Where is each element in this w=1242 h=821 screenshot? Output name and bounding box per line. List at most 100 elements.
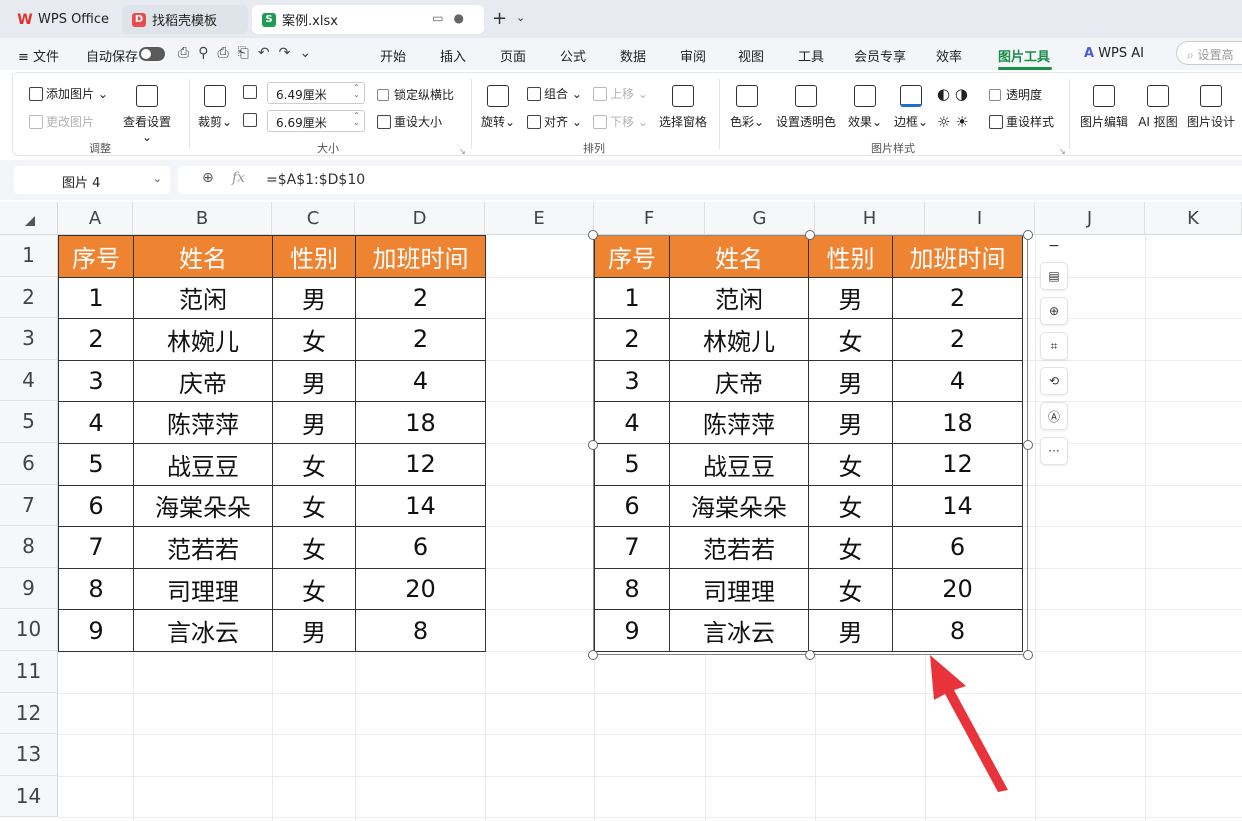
column-header[interactable]: K	[1145, 202, 1242, 235]
table-cell[interactable]: 司理理	[133, 567, 273, 611]
resize-handle[interactable]	[1023, 440, 1033, 450]
menu-review[interactable]: 审阅	[680, 46, 706, 65]
table-cell[interactable]: 男	[272, 401, 356, 444]
menu-page[interactable]: 页面	[500, 46, 526, 65]
crop-icon[interactable]: ⌗	[1040, 332, 1068, 360]
table-cell[interactable]: 3	[58, 359, 134, 403]
table-cell[interactable]: 2	[355, 318, 486, 361]
row-header[interactable]: 9	[0, 567, 58, 610]
quick-access-icons[interactable]: ⎙⚲⎙⎗↶↷⌄	[178, 45, 320, 61]
zoom-in-icon[interactable]: ⊕	[1040, 297, 1068, 325]
column-header[interactable]: H	[815, 202, 925, 235]
resize-handle[interactable]	[805, 230, 815, 240]
table-cell[interactable]: 海棠朵朵	[133, 484, 273, 528]
table-cell[interactable]: 20	[355, 567, 486, 611]
row-header[interactable]: 13	[0, 734, 58, 776]
name-box[interactable]: 图片 4 ⌄	[14, 166, 170, 194]
row-header[interactable]: 6	[0, 443, 58, 485]
menu-wps-ai[interactable]: A WPS AI	[1084, 46, 1144, 61]
menu-home[interactable]: 开始	[380, 46, 406, 65]
table-cell[interactable]: 女	[272, 318, 356, 361]
add-picture-button[interactable]: 添加图片 ⌄	[29, 85, 108, 102]
table-cell[interactable]: 范若若	[133, 526, 273, 569]
rotate-button[interactable]: 旋转⌄	[479, 85, 517, 130]
align-button[interactable]: 对齐 ⌄	[527, 113, 582, 130]
picture-edit-button[interactable]: 图片编辑	[1077, 85, 1131, 130]
row-header[interactable]: 1	[0, 235, 58, 277]
column-header[interactable]: G	[705, 202, 815, 235]
move-up-button[interactable]: 上移 ⌄	[593, 85, 648, 102]
ocr-icon[interactable]: Ⓐ	[1040, 402, 1068, 430]
table-cell[interactable]: 2	[355, 276, 486, 320]
table-cell[interactable]: 男	[272, 359, 356, 403]
resize-handle[interactable]	[1023, 650, 1033, 660]
table-cell[interactable]: 9	[58, 609, 134, 652]
table-cell[interactable]: 18	[355, 401, 486, 444]
row-header[interactable]: 10	[0, 609, 58, 651]
crop-button[interactable]: 裁剪⌄	[197, 85, 233, 130]
column-header[interactable]: A	[58, 202, 133, 235]
table-cell[interactable]: 女	[272, 443, 356, 486]
dialog-launcher-icon[interactable]: ↘	[459, 147, 466, 156]
menu-insert[interactable]: 插入	[440, 46, 466, 65]
contrast-icons[interactable]: ☼ ☀	[937, 113, 969, 131]
effects-button[interactable]: 效果⌄	[845, 85, 885, 130]
table-cell[interactable]: 男	[272, 609, 356, 652]
new-tab-icon[interactable]: +	[492, 8, 507, 29]
tab-wps-office[interactable]: W WPS Office	[8, 5, 116, 34]
table-cell[interactable]: 林婉儿	[133, 318, 273, 361]
reset-size-button[interactable]: 重设大小	[377, 113, 442, 130]
lock-ratio-checkbox[interactable]: 锁定纵横比	[377, 86, 454, 103]
minus-icon[interactable]: −	[1040, 237, 1068, 255]
row-header[interactable]: 11	[0, 651, 58, 693]
table-cell[interactable]: 女	[272, 526, 356, 569]
table-cell[interactable]: 1	[58, 276, 134, 320]
table-cell[interactable]: 8	[58, 567, 134, 611]
row-header[interactable]: 14	[0, 775, 58, 818]
chart-icon[interactable]: ▤	[1040, 262, 1068, 290]
autosave-toggle[interactable]	[139, 47, 165, 61]
table-cell[interactable]: 言冰云	[133, 609, 273, 652]
column-header[interactable]: J	[1035, 202, 1145, 235]
menu-data[interactable]: 数据	[620, 46, 646, 65]
table-cell[interactable]: 男	[272, 276, 356, 320]
change-picture-button[interactable]: 更改图片	[29, 113, 94, 130]
table-cell[interactable]: 范闲	[133, 276, 273, 320]
row-header[interactable]: 5	[0, 401, 58, 443]
menu-tools[interactable]: 工具	[798, 46, 824, 65]
column-header[interactable]: C	[272, 202, 355, 235]
formula-input[interactable]: ⊕ fx =$A$1:$D$10	[178, 166, 1242, 194]
picture-design-button[interactable]: 图片设计	[1185, 85, 1237, 130]
fx-icon[interactable]: fx	[232, 170, 245, 186]
tab-template[interactable]: D 找稻壳模板	[122, 5, 248, 34]
resize-handle[interactable]	[1023, 230, 1033, 240]
brightness-icons[interactable]: ◐ ◑	[937, 85, 968, 103]
more-icon[interactable]: ···	[1040, 437, 1068, 465]
table-cell[interactable]: 陈萍萍	[133, 401, 273, 444]
row-header[interactable]: 3	[0, 318, 58, 360]
dialog-launcher-icon[interactable]: ↘	[1059, 147, 1066, 156]
file-menu[interactable]: ≡ 文件	[18, 46, 59, 65]
menu-picture-tools[interactable]: 图片工具	[998, 46, 1050, 65]
resize-handle[interactable]	[588, 650, 598, 660]
column-header[interactable]: E	[485, 202, 594, 235]
chevron-down-icon[interactable]: ⌄	[153, 172, 162, 185]
table-cell[interactable]: 战豆豆	[133, 443, 273, 486]
row-header[interactable]: 7	[0, 484, 58, 527]
move-down-button[interactable]: 下移 ⌄	[593, 113, 648, 130]
table-header-cell[interactable]: 序号	[58, 235, 134, 278]
table-cell[interactable]: 5	[58, 443, 134, 486]
transparency-button[interactable]: 透明度	[989, 86, 1042, 103]
table-cell[interactable]: 12	[355, 443, 486, 486]
zoom-icon[interactable]: ⊕	[202, 170, 214, 186]
selection-pane-button[interactable]: 选择窗格	[657, 85, 709, 130]
table-cell[interactable]: 14	[355, 484, 486, 528]
table-header-cell[interactable]: 性别	[272, 235, 356, 278]
combine-button[interactable]: 组合 ⌄	[527, 85, 582, 102]
reset-style-button[interactable]: 重设样式	[989, 113, 1054, 130]
column-header[interactable]: B	[133, 202, 272, 235]
table-header-cell[interactable]: 姓名	[133, 235, 273, 278]
column-header[interactable]: F	[594, 202, 705, 235]
select-all-corner[interactable]	[0, 202, 58, 235]
table-cell[interactable]: 女	[272, 484, 356, 528]
